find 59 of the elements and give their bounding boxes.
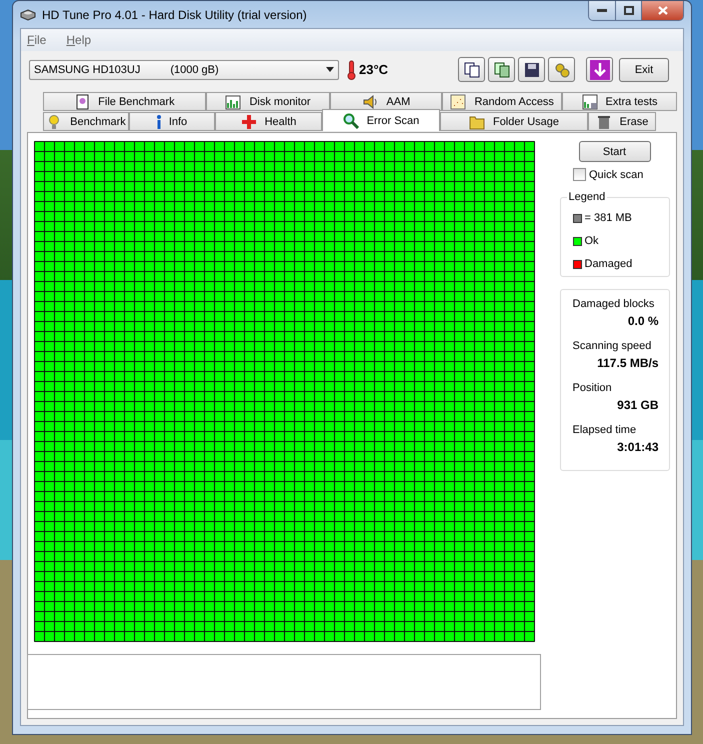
tab[interactable]: Folder Usage [440, 112, 588, 131]
legend-title: Legend [566, 191, 608, 203]
minimize-icon [597, 8, 607, 12]
tab[interactable]: Health [215, 112, 322, 131]
tab[interactable]: File Benchmark [43, 92, 206, 111]
search-icon [342, 112, 359, 128]
stat-value: 931 GB [617, 398, 658, 412]
cross-icon [240, 114, 257, 130]
info-icon [156, 114, 161, 130]
caret-icon [326, 67, 334, 72]
quick-scan-checkbox[interactable]: Quick scan [573, 168, 644, 181]
stat-label: Scanning speed [572, 340, 652, 352]
checkbox[interactable] [573, 168, 586, 181]
exit-button[interactable]: Exit [619, 58, 669, 82]
download-button[interactable] [586, 57, 614, 82]
save-button[interactable] [518, 57, 546, 82]
floppy-icon [524, 62, 540, 78]
speaker-icon [362, 94, 378, 110]
tab[interactable]: Info [129, 112, 215, 131]
stat-label: Elapsed time [572, 424, 638, 436]
tab[interactable]: Error Scan [322, 109, 440, 131]
start-button[interactable]: Start [578, 141, 650, 162]
tab[interactable]: Random Access [442, 92, 562, 111]
tab[interactable]: Benchmark [43, 112, 129, 131]
options-button[interactable] [548, 57, 576, 82]
close-icon [658, 6, 668, 15]
stat-label: Damaged blocks [572, 298, 656, 310]
thermometer-icon [347, 60, 356, 80]
drive-dropdown[interactable]: SAMSUNG HD103UJ (1000 gB) [29, 60, 339, 80]
copy-icon [494, 62, 510, 78]
tab[interactable]: AAM [330, 92, 442, 111]
menu-item[interactable]: File [27, 33, 46, 47]
folder-icon [468, 114, 485, 130]
chart-icon [582, 94, 598, 110]
tab[interactable]: Extra tests [562, 92, 677, 111]
maximize-button[interactable] [615, 1, 641, 20]
copy-icon [464, 62, 480, 78]
tab[interactable]: Disk monitor [206, 92, 330, 111]
dots-icon [450, 94, 466, 110]
trash-icon [596, 114, 612, 130]
menu-item[interactable]: Help [66, 33, 92, 47]
maximize-icon [624, 6, 634, 15]
chart-icon [225, 94, 242, 110]
window-title: HD Tune Pro 4.01 - Hard Disk Utility (trial version) [42, 8, 307, 22]
close-button[interactable] [641, 1, 683, 20]
gear-icon [554, 62, 570, 78]
legend-label: = 381 MB [584, 212, 632, 224]
tab[interactable]: Erase [588, 112, 656, 131]
stat-label: Position [572, 382, 613, 394]
stat-value: 3:01:43 [617, 440, 658, 454]
copy-button[interactable] [488, 57, 516, 82]
copy-button[interactable] [458, 57, 486, 82]
document-icon [74, 94, 90, 110]
stat-value: 117.5 MB/s [597, 356, 658, 370]
legend-label: Damaged [584, 258, 632, 270]
legend-label: Ok [584, 235, 599, 247]
minimize-button[interactable] [589, 1, 615, 20]
stat-value: 0.0 % [628, 314, 658, 328]
temperature-reading: 23°C [359, 62, 388, 77]
